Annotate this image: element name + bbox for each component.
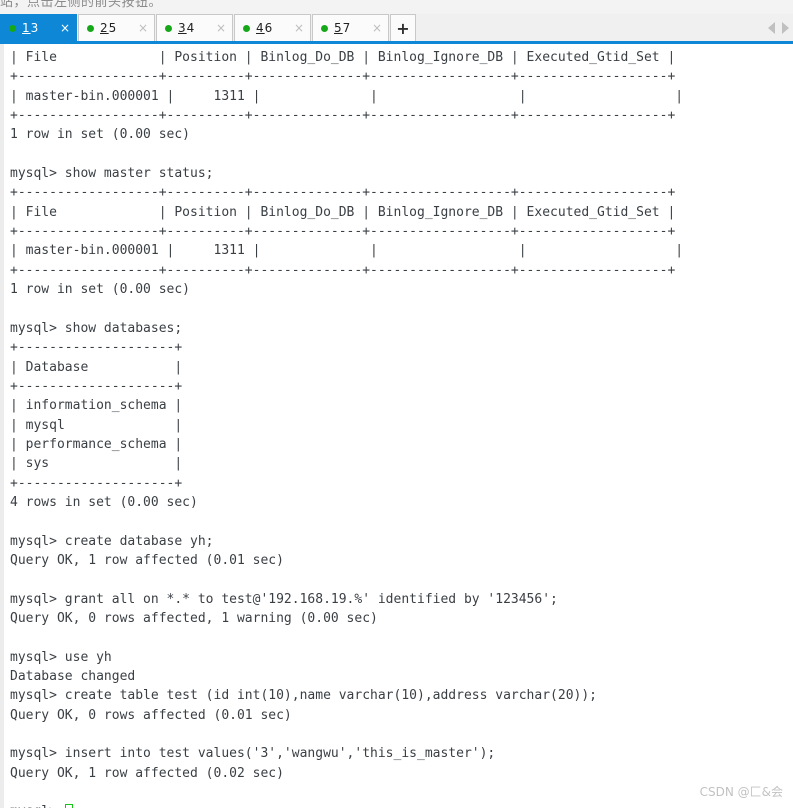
- session-tab-46[interactable]: 46 ×: [234, 14, 311, 41]
- terminal-text: | File | Position | Binlog_Do_DB | Binlo…: [4, 44, 793, 808]
- clipped-hint-strip: 站，点击左侧的前头按钮。: [0, 0, 793, 14]
- session-tab-label: 34: [178, 21, 196, 35]
- close-tab-icon[interactable]: ×: [216, 22, 226, 34]
- terminal-scrollback: | File | Position | Binlog_Do_DB | Binlo…: [10, 50, 684, 781]
- tabbar-spacer: [416, 14, 768, 41]
- close-tab-icon[interactable]: ×: [372, 22, 382, 34]
- watermark: CSDN @匚&会: [699, 785, 783, 799]
- terminal-prompt: mysql>: [10, 804, 65, 808]
- session-tab-label: 57: [334, 21, 352, 35]
- session-tab-label: 25: [100, 21, 118, 35]
- session-tab-label: 13: [22, 21, 40, 35]
- terminal-app-window: 站，点击左侧的前头按钮。 13 × 25 × 34 × 46 × 57 × + …: [0, 0, 793, 808]
- connection-status-dot-icon: [9, 24, 16, 32]
- connection-status-dot-icon: [243, 24, 250, 32]
- session-tab-57[interactable]: 57 ×: [312, 14, 389, 41]
- session-tabbar: 13 × 25 × 34 × 46 × 57 × +: [0, 14, 793, 42]
- session-tab-label: 46: [256, 21, 274, 35]
- tabbar-scroll-controls: [768, 14, 793, 41]
- connection-status-dot-icon: [87, 24, 94, 32]
- new-tab-button[interactable]: +: [390, 14, 416, 41]
- session-tab-34[interactable]: 34 ×: [156, 14, 233, 41]
- session-tab-25[interactable]: 25 ×: [78, 14, 155, 41]
- clipped-hint-text: 站，点击左侧的前头按钮。: [0, 0, 163, 10]
- connection-status-dot-icon: [165, 24, 172, 32]
- session-tab-13[interactable]: 13 ×: [0, 14, 77, 41]
- close-tab-icon[interactable]: ×: [60, 22, 70, 34]
- terminal-cursor: [64, 804, 73, 808]
- scroll-tabs-right-icon[interactable]: [782, 21, 789, 34]
- terminal-output-pane[interactable]: | File | Position | Binlog_Do_DB | Binlo…: [0, 44, 793, 808]
- close-tab-icon[interactable]: ×: [138, 22, 148, 34]
- connection-status-dot-icon: [321, 24, 328, 32]
- scroll-tabs-left-icon[interactable]: [768, 21, 775, 34]
- close-tab-icon[interactable]: ×: [294, 22, 304, 34]
